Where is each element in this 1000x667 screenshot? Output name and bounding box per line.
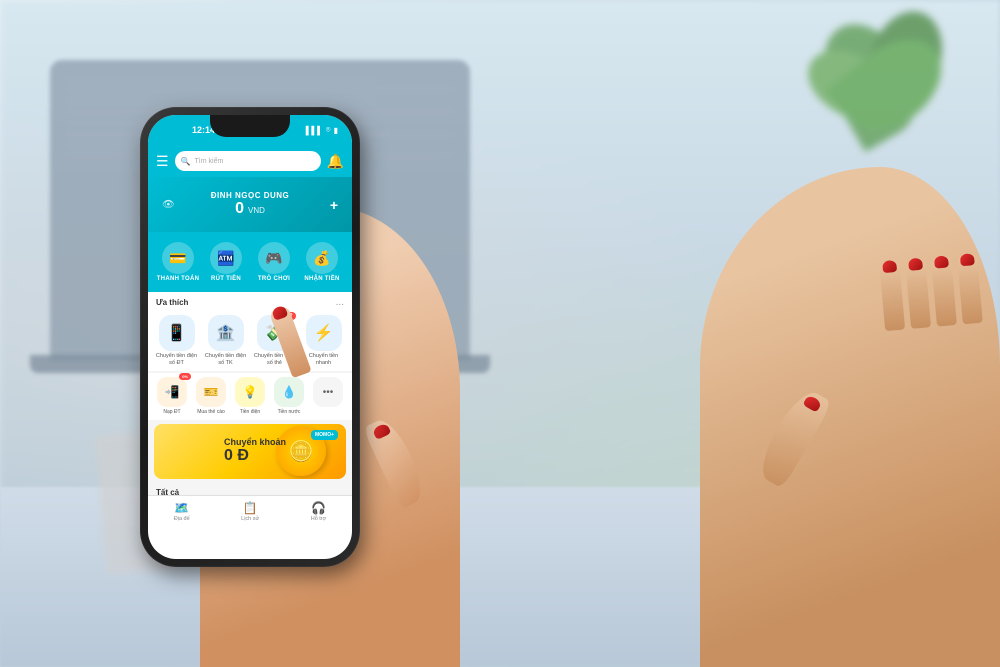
- payment-label: THANH TOÁN: [157, 276, 200, 282]
- action-payment[interactable]: 💳 THANH TOÁN: [156, 242, 200, 282]
- service-electric[interactable]: 💡 Tiền điện: [232, 377, 268, 416]
- service-grid-2: 📲 0% Nạp ĐT 🎫 Mua thẻ cào: [148, 373, 352, 420]
- withdraw-icon: 🏧: [217, 250, 234, 267]
- withdraw-label: RÚT TIỀN: [211, 276, 241, 282]
- search-bar[interactable]: 🔍 Tìm kiếm: [175, 151, 321, 171]
- service-fast-transfer[interactable]: ⚡ Chuyển tiền nhanh: [301, 315, 346, 367]
- transfer-account-icon: 🏦: [216, 323, 236, 343]
- service-grid-1: 📱 Chuyển tiền điện số ĐT 🏦 Chuyển tiền đ…: [148, 311, 352, 371]
- map-icon: 🗺️: [174, 501, 189, 515]
- support-label: Hỗ trợ: [311, 516, 327, 522]
- more-icon: •••: [323, 387, 334, 398]
- water-icon: 💧: [282, 385, 297, 399]
- receive-icon: 💰: [313, 250, 330, 267]
- account-currency: VND: [248, 206, 265, 215]
- thumb-back: [752, 385, 832, 489]
- banner-badge: MOMO+: [311, 430, 338, 440]
- main-actions: 💳 THANH TOÁN 🏧 RÚT TIỀN 🎮: [148, 232, 352, 292]
- payment-icon: 💳: [169, 250, 186, 267]
- transfer-phone-icon: 📱: [167, 323, 187, 343]
- action-game[interactable]: 🎮 TRÒ CHƠI: [252, 242, 296, 282]
- receive-label: NHẬN TIỀN: [304, 276, 339, 282]
- account-balance: 0: [235, 200, 244, 218]
- nav-history[interactable]: 📋 Lịch sử: [241, 501, 259, 522]
- coin-icon: 🪙: [289, 439, 314, 464]
- back-fingers: [879, 253, 983, 331]
- electric-label: Tiền điện: [240, 409, 260, 416]
- service-transfer-phone[interactable]: 📱 Chuyển tiền điện số ĐT: [154, 315, 199, 367]
- thumb-front: [362, 414, 429, 509]
- action-withdraw[interactable]: 🏧 RÚT TIỀN: [204, 242, 248, 282]
- status-icons: ▌▌▌ ⌾ ▮: [306, 125, 338, 135]
- service-label-2: Chuyển tiền điện số TK: [203, 353, 248, 367]
- history-label: Lịch sử: [241, 516, 259, 522]
- eye-icon[interactable]: 👁: [162, 199, 175, 210]
- electric-icon: 💡: [243, 385, 258, 399]
- section-menu-icon[interactable]: ...: [336, 297, 344, 308]
- hands: 12:14 ▌▌▌ ⌾ ▮ ☰ 🔍 Tìm kiếm: [200, 87, 1000, 667]
- service-card[interactable]: 🎫 Mua thẻ cào: [193, 377, 229, 416]
- nav-support[interactable]: 🎧 Hỗ trợ: [311, 501, 327, 522]
- content-area: Ưa thích ... 📱 Chuyển tiền điện số ĐT: [148, 292, 352, 527]
- battery-icon: ▮: [334, 126, 338, 135]
- account-section: 👁 ĐINH NGỌC DUNG 0 VND +: [148, 177, 352, 232]
- search-placeholder: Tìm kiếm: [195, 158, 224, 165]
- phone: 12:14 ▌▌▌ ⌾ ▮ ☰ 🔍 Tìm kiếm: [140, 107, 360, 567]
- wifi-icon: ⌾: [326, 125, 331, 135]
- signal-icon: ▌▌▌: [306, 126, 323, 135]
- search-icon: 🔍: [181, 157, 191, 166]
- menu-icon[interactable]: ☰: [156, 153, 169, 170]
- hand-back: [700, 167, 1000, 667]
- action-receive[interactable]: 💰 NHẬN TIỀN: [300, 242, 344, 282]
- bell-icon[interactable]: 🔔: [327, 153, 344, 170]
- map-label: Địa đế: [174, 516, 190, 522]
- service-water[interactable]: 💧 Tiền nước: [271, 377, 307, 416]
- service-more[interactable]: •••: [310, 377, 346, 416]
- service-label-1: Chuyển tiền điện số ĐT: [154, 353, 199, 367]
- card-label: Mua thẻ cào: [197, 409, 225, 416]
- scene: 12:14 ▌▌▌ ⌾ ▮ ☰ 🔍 Tìm kiếm: [0, 0, 1000, 667]
- service-transfer-account[interactable]: 🏦 Chuyển tiền điện số TK: [203, 315, 248, 367]
- banner-title: Chuyển khoản: [224, 437, 286, 447]
- account-name: ĐINH NGỌC DUNG: [211, 191, 290, 200]
- app-header: ☰ 🔍 Tìm kiếm 🔔: [148, 145, 352, 177]
- add-money-button[interactable]: +: [330, 197, 338, 213]
- topup-badge: 0%: [179, 373, 191, 380]
- history-icon: 📋: [243, 501, 258, 515]
- topup-icon: 📲: [165, 385, 180, 399]
- game-label: TRÒ CHƠI: [258, 276, 290, 282]
- bottom-nav: 🗺️ Địa đế 📋 Lịch sử 🎧 Hỗ trợ: [148, 495, 352, 527]
- topup-label: Nạp ĐT: [163, 409, 180, 416]
- card-icon: 🎫: [204, 385, 219, 399]
- game-icon: 🎮: [265, 250, 282, 267]
- service-topup[interactable]: 📲 0% Nạp ĐT: [154, 377, 190, 416]
- ua-thich-title: Ưa thích: [156, 298, 188, 307]
- water-label: Tiền nước: [278, 409, 301, 416]
- banner-amount: 0 Đ: [224, 447, 286, 465]
- support-icon: 🎧: [311, 501, 326, 515]
- nav-map[interactable]: 🗺️ Địa đế: [174, 501, 190, 522]
- promo-banner[interactable]: Chuyển khoản 0 Đ 🪙 MOMO+: [154, 424, 346, 479]
- fast-transfer-icon: ⚡: [314, 323, 334, 343]
- ua-thich-header: Ưa thích ...: [148, 292, 352, 311]
- phone-notch: [210, 115, 290, 137]
- phone-screen: 12:14 ▌▌▌ ⌾ ▮ ☰ 🔍 Tìm kiếm: [148, 115, 352, 559]
